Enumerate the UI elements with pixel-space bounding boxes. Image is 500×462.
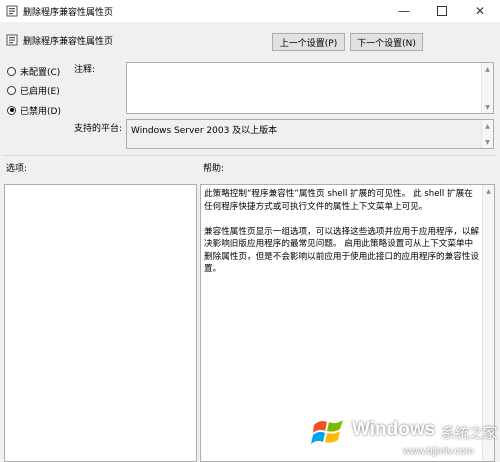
- radio-enabled-label: 已启用(E): [20, 86, 60, 97]
- platform-scrollbar[interactable]: ▲ ▼: [481, 120, 493, 148]
- close-icon: ✕: [474, 4, 486, 18]
- policy-window-icon: [6, 5, 18, 17]
- radio-disabled-indicator[interactable]: [7, 105, 16, 115]
- minimize-icon: —: [398, 4, 410, 18]
- scroll-down-icon[interactable]: ▼: [482, 101, 493, 113]
- help-label: 帮助:: [203, 164, 225, 174]
- help-scrollbar[interactable]: ▲: [482, 185, 494, 461]
- options-label: 选项:: [6, 164, 28, 174]
- platform-label: 支持的平台:: [74, 124, 123, 134]
- policy-title: 删除程序兼容性属性页: [23, 37, 114, 47]
- help-text: 此策略控制“程序兼容性”属性页 shell 扩展的可见性。 此 shell 扩展…: [204, 189, 480, 274]
- radio-not-configured[interactable]: 未配置(C): [7, 64, 60, 78]
- platform-value: Windows Server 2003 及以上版本: [131, 126, 278, 136]
- comment-scrollbar[interactable]: ▲ ▼: [481, 63, 493, 113]
- scroll-up-icon[interactable]: ▲: [483, 185, 494, 197]
- radio-disabled-label: 已禁用(D): [20, 106, 61, 117]
- scroll-up-icon[interactable]: ▲: [482, 120, 493, 132]
- comment-label: 注释:: [74, 65, 96, 75]
- close-button[interactable]: ✕: [460, 0, 500, 22]
- maximize-icon: [437, 6, 447, 16]
- help-panel: 此策略控制“程序兼容性”属性页 shell 扩展的可见性。 此 shell 扩展…: [200, 184, 495, 462]
- title-bar: 删除程序兼容性属性页 — ✕: [0, 0, 500, 22]
- scroll-down-icon[interactable]: ▼: [482, 136, 493, 148]
- radio-not-configured-label: 未配置(C): [20, 67, 61, 78]
- maximize-button[interactable]: [422, 0, 462, 22]
- platform-box: Windows Server 2003 及以上版本 ▲ ▼: [126, 119, 494, 149]
- comment-textarea[interactable]: ▲ ▼: [126, 62, 494, 114]
- previous-setting-button[interactable]: 上一个设置(P): [272, 33, 345, 51]
- radio-enabled[interactable]: 已启用(E): [7, 83, 60, 97]
- separator: [4, 155, 496, 156]
- next-setting-button[interactable]: 下一个设置(N): [350, 33, 423, 51]
- scroll-up-icon[interactable]: ▲: [482, 63, 493, 75]
- radio-not-configured-indicator[interactable]: [7, 66, 16, 76]
- window-title: 删除程序兼容性属性页: [23, 8, 114, 18]
- options-panel: [4, 184, 197, 462]
- radio-disabled[interactable]: 已禁用(D): [7, 103, 61, 117]
- radio-enabled-indicator[interactable]: [7, 85, 16, 95]
- policy-setting-icon: [6, 34, 18, 46]
- minimize-button[interactable]: —: [384, 0, 424, 22]
